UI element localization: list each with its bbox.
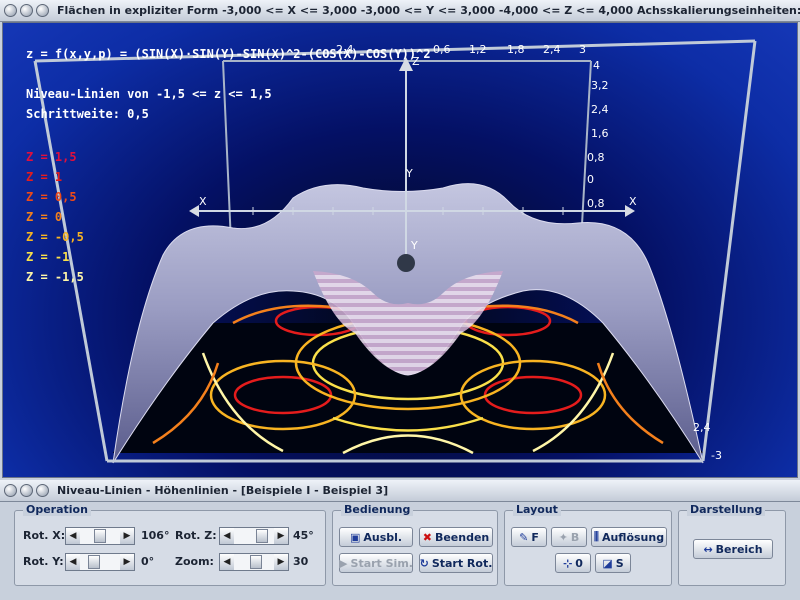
main-window-title: Flächen in expliziter Form -3,000 <= X <… — [57, 4, 800, 17]
rot-y-slider[interactable]: ◀ ▶ — [65, 553, 135, 571]
operation-group-label: Operation — [23, 503, 91, 516]
x-tick-label: 2,4 — [543, 43, 561, 56]
level-item: Z = 1,5 — [26, 150, 77, 164]
level-item: Z = 0 — [26, 210, 63, 224]
arrow-left-icon[interactable]: ◀ — [220, 528, 234, 544]
z-axis-label: Z — [412, 55, 420, 68]
arrow-right-icon[interactable]: ▶ — [274, 554, 288, 570]
layout-group-label: Layout — [513, 503, 561, 516]
control-window-titlebar[interactable]: Niveau-Linien - Höhenlinien - [Beispiele… — [0, 480, 800, 502]
zoom-label: Zoom: — [175, 555, 214, 568]
z-tick-label: 4 — [593, 59, 600, 72]
z-tick-label: 3,2 — [591, 79, 609, 92]
x-tick-label: 3 — [579, 43, 586, 56]
arrow-left-icon[interactable]: ◀ — [66, 554, 80, 570]
control-window-title: Niveau-Linien - Höhenlinien - [Beispiele… — [57, 484, 389, 497]
x-axis-label-right: X — [629, 195, 637, 208]
play-icon: ▶ — [339, 556, 348, 570]
layout-s-button[interactable]: ◪ S — [595, 553, 631, 573]
hide-icon: ▣ — [349, 530, 361, 544]
step-size-text: Schrittweite: 0,5 — [26, 107, 149, 121]
start-rotation-button[interactable]: ↻ Start Rot. — [419, 553, 493, 573]
exit-button[interactable]: ✖ Beenden — [419, 527, 493, 547]
x-tick-label: 1,2 — [469, 43, 487, 56]
control-close-button[interactable] — [4, 484, 17, 497]
window-maximize-button[interactable] — [36, 4, 49, 17]
window-close-button[interactable] — [4, 4, 17, 17]
level-item: Z = -0,5 — [26, 230, 84, 244]
control-panel: Operation Rot. X: ◀ ▶ 106° Rot. Y: ◀ ▶ 0… — [0, 502, 800, 600]
x-tick-label: 2,4 — [336, 43, 354, 56]
range-button[interactable]: ↔ Bereich — [693, 539, 773, 559]
slider-thumb[interactable] — [94, 529, 106, 543]
slider-thumb[interactable] — [88, 555, 100, 569]
main-window-titlebar[interactable]: Flächen in expliziter Form -3,000 <= X <… — [0, 0, 800, 22]
z-tick-label: 0 — [587, 173, 594, 186]
zoom-value: 30 — [293, 555, 309, 568]
z-tick-label: 0,8 — [587, 151, 605, 164]
start-simulation-button[interactable]: ▶ Start Sim. — [339, 553, 413, 573]
layout-f-button[interactable]: ✎ F — [511, 527, 547, 547]
resolution-button[interactable]: ⫼ Auflösung — [591, 527, 667, 547]
rot-y-label: Rot. Y: — [23, 555, 64, 568]
window-minimize-button[interactable] — [20, 4, 33, 17]
plot-3d-view[interactable]: z = f(x,y,p) = (SIN(X)·SIN(Y)-SIN(X)^2-(… — [2, 22, 798, 478]
contour-level-legend: Z = 1,5 Z = 1 Z = 0,5 Z = 0 Z = -0,5 Z =… — [26, 147, 84, 287]
arrow-right-icon[interactable]: ▶ — [120, 554, 134, 570]
rot-z-slider[interactable]: ◀ ▶ — [219, 527, 289, 545]
corner-tick-label: -3 — [711, 449, 722, 462]
crosshair-icon: ⊹ — [563, 556, 573, 570]
x-tick-label: 1,8 — [507, 43, 525, 56]
control-minimize-button[interactable] — [20, 484, 33, 497]
bedienung-group-label: Bedienung — [341, 503, 414, 516]
slider-thumb[interactable] — [250, 555, 262, 569]
x-axis-label-left: X — [199, 195, 207, 208]
rot-y-value: 0° — [141, 555, 155, 568]
zoom-slider[interactable]: ◀ ▶ — [219, 553, 289, 571]
y-axis-label-top: Y — [406, 167, 413, 180]
layout-b-button[interactable]: ✦ B — [551, 527, 587, 547]
z-tick-label: 2,4 — [591, 103, 609, 116]
range-arrows-icon: ↔ — [703, 542, 713, 556]
control-maximize-button[interactable] — [36, 484, 49, 497]
arrow-right-icon[interactable]: ▶ — [274, 528, 288, 544]
layout-group: Layout ✎ F ✦ B ⫼ Auflösung ⊹ 0 ◪ S — [504, 503, 672, 586]
x-tick-label: 0,6 — [433, 43, 451, 56]
rot-z-value: 45° — [293, 529, 314, 542]
rot-x-label: Rot. X: — [23, 529, 66, 542]
level-range-text: Niveau-Linien von -1,5 <= z <= 1,5 — [26, 87, 272, 101]
paint-bucket-icon: ◪ — [602, 556, 613, 570]
level-item: Z = -1 — [26, 250, 70, 264]
z-tick-label: 0,8 — [587, 197, 605, 210]
darstellung-group: Darstellung ↔ Bereich — [678, 503, 786, 586]
close-x-icon: ✖ — [422, 530, 432, 544]
rotate-icon: ↻ — [419, 556, 429, 570]
arrow-left-icon[interactable]: ◀ — [66, 528, 80, 544]
brush-icon: ✎ — [519, 530, 529, 544]
bedienung-group: Bedienung ▣ Ausbl. ✖ Beenden ▶ Start Sim… — [332, 503, 498, 586]
operation-group: Operation Rot. X: ◀ ▶ 106° Rot. Y: ◀ ▶ 0… — [14, 503, 326, 586]
y-axis-label-bottom: Y — [411, 239, 418, 252]
rot-x-value: 106° — [141, 529, 170, 542]
grid-icon: ⫼ — [593, 530, 599, 543]
formula-text: z = f(x,y,p) = (SIN(X)·SIN(Y)-SIN(X)^2-(… — [26, 47, 431, 61]
z-tick-label: 1,6 — [591, 127, 609, 140]
bulb-icon: ✦ — [558, 530, 568, 544]
rot-x-slider[interactable]: ◀ ▶ — [65, 527, 135, 545]
arrow-right-icon[interactable]: ▶ — [120, 528, 134, 544]
corner-tick-label: 2,4 — [693, 421, 711, 434]
rot-z-label: Rot. Z: — [175, 529, 217, 542]
arrow-left-icon[interactable]: ◀ — [220, 554, 234, 570]
level-item: Z = 0,5 — [26, 190, 77, 204]
hide-button[interactable]: ▣ Ausbl. — [339, 527, 413, 547]
darstellung-group-label: Darstellung — [687, 503, 766, 516]
slider-thumb[interactable] — [256, 529, 268, 543]
layout-zero-button[interactable]: ⊹ 0 — [555, 553, 591, 573]
level-item: Z = 1 — [26, 170, 63, 184]
level-item: Z = -1,5 — [26, 270, 84, 284]
